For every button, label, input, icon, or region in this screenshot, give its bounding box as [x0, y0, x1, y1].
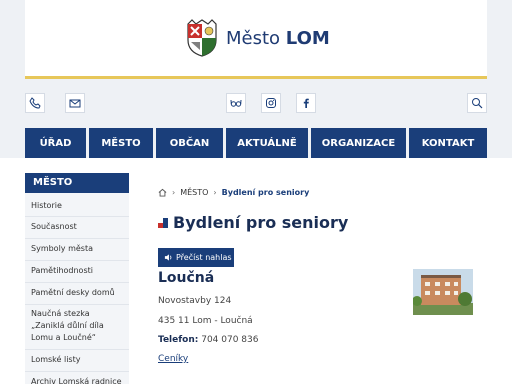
phone-line: Telefon: 704 070 836 [158, 335, 258, 345]
breadcrumb-section[interactable]: MĚSTO [180, 188, 208, 197]
nav-item-mesto[interactable]: MĚSTO [89, 128, 153, 158]
site-name-prefix: Město [226, 27, 281, 49]
sidebar: MĚSTO Historie Současnost Symboly města … [25, 173, 129, 384]
site-logo[interactable]: Město LOM [184, 18, 330, 58]
sidebar-item-pametni-desky[interactable]: Pamětní desky domů [31, 287, 123, 299]
main-navigation: ÚŘAD MĚSTO OBČAN AKTUÁLNĚ ORGANIZACE KON… [25, 128, 487, 158]
sidebar-item-historie[interactable]: Historie [31, 200, 123, 212]
sidebar-item-symboly[interactable]: Symboly města [31, 243, 123, 255]
phone-value: 704 070 836 [201, 335, 259, 345]
sidebar-divider [25, 260, 129, 261]
sidebar-divider [25, 349, 129, 350]
breadcrumb-current: Bydlení pro seniory [221, 188, 310, 197]
sidebar-item-pametihodnosti[interactable]: Pamětihodnosti [31, 265, 123, 277]
read-aloud-label: Přečíst nahlas [176, 253, 232, 262]
sidebar-item-naucna-stezka[interactable]: Naučná stezka „Zaniklá důlní díla Lomu a… [31, 308, 123, 344]
site-name-bold: LOM [285, 27, 330, 49]
instagram-icon [266, 98, 276, 108]
sidebar-item-archiv[interactable]: Archiv Lomská radnice [31, 376, 123, 384]
search-button[interactable] [467, 93, 487, 113]
breadcrumb: › MĚSTO › Bydlení pro seniory [158, 188, 309, 197]
page-title: Bydlení pro seniory [173, 213, 349, 232]
nav-item-organizace[interactable]: ORGANIZACE [311, 128, 406, 158]
glasses-icon [230, 99, 242, 107]
phone-label: Telefon: [158, 335, 199, 345]
building-photo[interactable] [413, 269, 473, 315]
instagram-button[interactable] [261, 93, 281, 113]
phone-icon [29, 97, 41, 109]
breadcrumb-separator: › [172, 188, 176, 197]
home-icon[interactable] [158, 188, 167, 197]
nav-item-aktualne[interactable]: AKTUÁLNĚ [226, 128, 308, 158]
nav-item-obcan[interactable]: OBČAN [156, 128, 223, 158]
title-marker-icon [158, 218, 168, 228]
nav-item-kontakt[interactable]: KONTAKT [409, 128, 487, 158]
read-aloud-button[interactable]: Přečíst nahlas [158, 248, 234, 267]
site-name: Město LOM [226, 28, 330, 49]
address-line-2: 435 11 Lom - Loučná [158, 316, 253, 326]
sidebar-divider [25, 371, 129, 372]
mail-button[interactable] [65, 93, 85, 113]
breadcrumb-separator: › [213, 188, 217, 197]
nav-item-urad[interactable]: ÚŘAD [25, 128, 86, 158]
sidebar-divider [25, 238, 129, 239]
sidebar-divider [25, 282, 129, 283]
pricing-link[interactable]: Ceníky [158, 354, 188, 364]
phone-button[interactable] [25, 93, 45, 113]
coat-of-arms-icon [187, 19, 217, 57]
sidebar-divider [25, 304, 129, 305]
mail-icon [69, 99, 81, 108]
sidebar-divider [25, 216, 129, 217]
sidebar-item-lomske-listy[interactable]: Lomské listy [31, 354, 123, 366]
facebook-button[interactable] [296, 93, 316, 113]
search-icon [472, 98, 483, 109]
sidebar-item-soucasnost[interactable]: Současnost [31, 221, 123, 233]
site-header: Město LOM [25, 0, 487, 79]
address-line-1: Novostavby 124 [158, 296, 232, 306]
speaker-icon [164, 254, 172, 261]
sidebar-title: MĚSTO [25, 173, 129, 193]
section-heading: Loučná [158, 270, 215, 286]
accessibility-button[interactable] [226, 93, 246, 113]
facebook-icon [303, 98, 309, 108]
